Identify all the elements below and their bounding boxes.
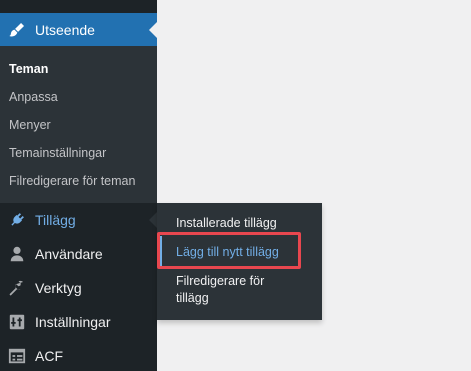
acf-icon: [7, 346, 27, 366]
flyout-item-filredigerare[interactable]: Filredigerare för tillägg: [176, 273, 264, 307]
menu-item-verktyg[interactable]: Verktyg: [0, 271, 157, 305]
menu-item-tillagg[interactable]: Tillägg: [0, 203, 157, 237]
menu-label-anvandare: Användare: [35, 246, 103, 262]
menu-item-utseende[interactable]: Utseende: [0, 13, 157, 46]
highlight-box: [157, 232, 301, 269]
plugin-icon: [7, 210, 27, 230]
menu-label-acf: ACF: [35, 348, 63, 364]
menu-label-utseende: Utseende: [35, 21, 95, 38]
submenu-item-temainstallningar[interactable]: Temainställningar: [9, 146, 106, 160]
menu-item-acf[interactable]: ACF: [0, 339, 157, 371]
submenu-item-teman[interactable]: Teman: [9, 62, 48, 76]
admin-sidebar: Utseende Teman Anpassa Menyer Temainstäl…: [0, 0, 157, 371]
menu-item-anvandare[interactable]: Användare: [0, 237, 157, 271]
flyout-item-filredigerare-line1: Filredigerare för: [176, 274, 265, 288]
flyout-item-installerade[interactable]: Installerade tillägg: [176, 215, 277, 232]
active-pointer: [149, 22, 157, 38]
menu-label-tillagg: Tillägg: [35, 212, 76, 228]
menu-label-verktyg: Verktyg: [35, 280, 82, 296]
settings-icon: [7, 312, 27, 332]
submenu-item-filredigerare-teman[interactable]: Filredigerare för teman: [9, 174, 135, 188]
submenu-item-anpassa[interactable]: Anpassa: [9, 90, 58, 104]
wrench-icon: [7, 278, 27, 298]
flyout-item-filredigerare-line2: tillägg: [176, 291, 209, 305]
hover-pointer: [149, 212, 157, 228]
submenu-item-menyer[interactable]: Menyer: [9, 118, 51, 132]
user-icon: [7, 244, 27, 264]
menu-label-installningar: Inställningar: [35, 314, 111, 330]
menu-item-installningar[interactable]: Inställningar: [0, 305, 157, 339]
paintbrush-icon: [7, 20, 27, 40]
